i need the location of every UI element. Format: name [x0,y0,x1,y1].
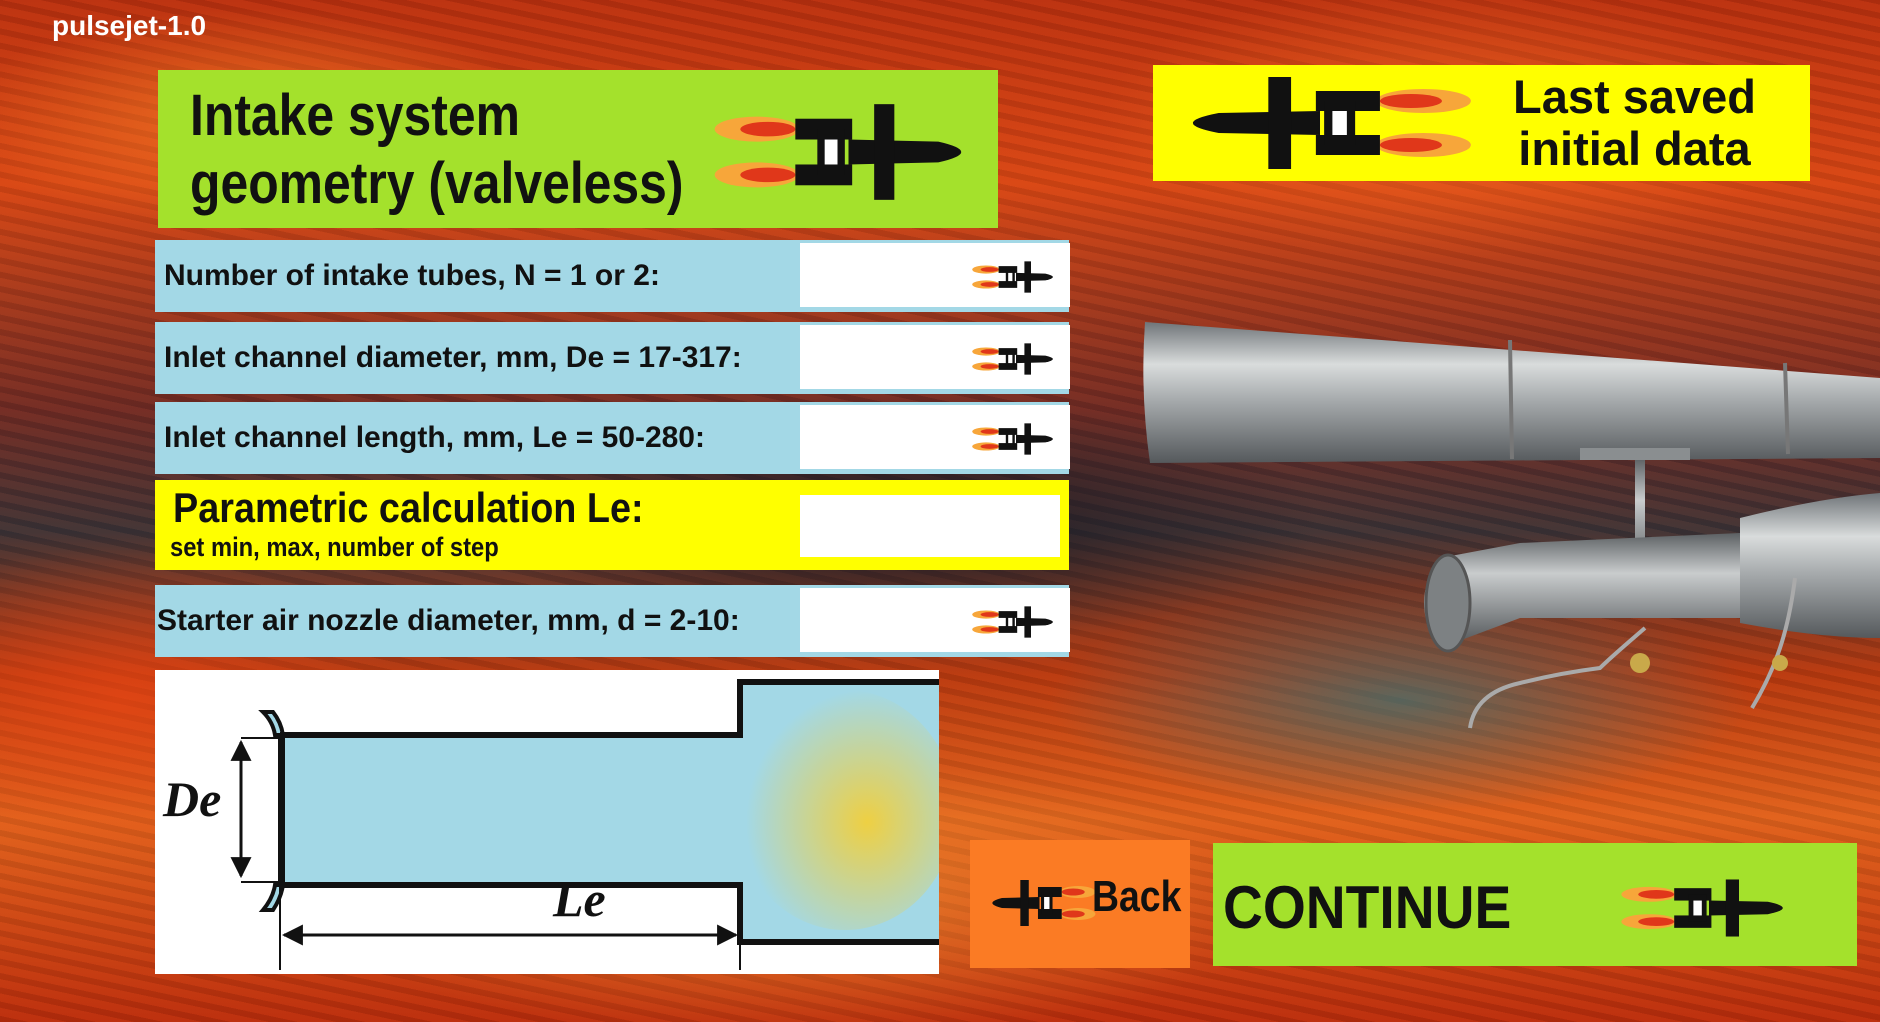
pulsejet-icon [971,422,1061,456]
back-button[interactable]: Back [970,840,1190,968]
pulsejet-icon [971,342,1061,376]
param-label-intake-tubes: Number of intake tubes, N = 1 or 2: [164,259,660,292]
pulsejet-icon [971,605,1061,639]
pulsejet-icon [982,878,1097,928]
pulsejet-icon [1619,877,1799,939]
le-dimension-label: Le [553,871,606,927]
header-panel: Intake system geometry (valveless) [158,70,998,228]
continue-button[interactable]: CONTINUE [1213,843,1857,966]
parametric-calculation-title: Parametric calculation Le: [173,484,644,531]
page-title: Intake system geometry (valveless) [190,83,684,216]
continue-button-label: CONTINUE [1223,874,1512,941]
parametric-calculation-subtitle: set min, max, number of step [170,532,499,562]
param-row-inlet-length: Inlet channel length, mm, Le = 50-280: [155,402,1070,474]
app-title: pulsejet-1.0 [52,10,207,41]
pulsejet-icon [711,100,986,204]
back-button-label: Back [1092,872,1182,921]
param-label-inlet-length: Inlet channel length, mm, Le = 50-280: [164,421,705,454]
param-label-starter-nozzle: Starter air nozzle diameter, mm, d = 2-1… [157,604,740,637]
parametric-calculation-input[interactable] [800,495,1060,557]
last-saved-label: Last saved initial data [1513,70,1756,175]
param-row-intake-tubes: Number of intake tubes, N = 1 or 2: [155,240,1070,312]
intake-geometry-drawing [230,679,939,970]
param-row-inlet-diameter: Inlet channel diameter, mm, De = 17-317: [155,322,1070,394]
pulsejet-engine-photo [1143,322,1880,729]
param-row-starter-nozzle: Starter air nozzle diameter, mm, d = 2-1… [155,585,1070,657]
pulsejet-icon [1165,73,1475,173]
de-dimension-label: De [163,771,222,827]
param-label-inlet-diameter: Inlet channel diameter, mm, De = 17-317: [164,341,742,374]
last-saved-data-button[interactable]: Last saved initial data [1153,65,1810,181]
parametric-calculation-row: Parametric calculation Le: set min, max,… [155,480,1069,570]
intake-diagram: De Le [155,670,939,974]
pulsejet-icon [971,260,1061,294]
